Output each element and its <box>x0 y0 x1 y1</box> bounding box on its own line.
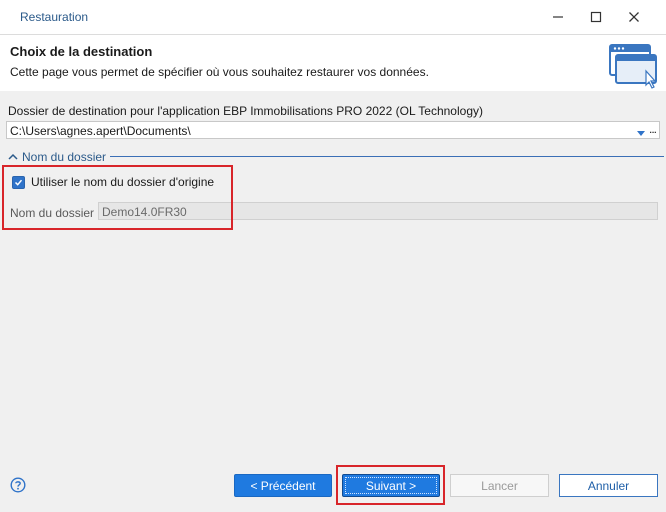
page-title: Choix de la destination <box>10 44 153 59</box>
next-button[interactable]: Suivant > <box>342 474 440 497</box>
folder-name-value: Demo14.0FR30 <box>102 205 187 219</box>
dropdown-arrow-icon[interactable] <box>637 126 645 140</box>
use-origin-checkbox[interactable] <box>12 175 25 189</box>
folder-group-title: Nom du dossier <box>22 150 107 164</box>
minimize-icon <box>553 16 563 18</box>
title-bar: Restauration <box>0 0 666 35</box>
previous-button[interactable]: < Précédent <box>234 474 332 497</box>
destination-path-input[interactable]: C:\Users\agnes.apert\Documents\ ... <box>6 121 660 139</box>
destination-label: Dossier de destination pour l'applicatio… <box>8 104 483 118</box>
folder-group-header[interactable]: Nom du dossier <box>6 150 111 164</box>
maximize-icon <box>590 11 602 23</box>
chevron-up-icon <box>8 153 18 160</box>
page-header: Choix de la destination Cette page vous … <box>0 35 666 91</box>
use-origin-checkbox-row[interactable]: Utiliser le nom du dossier d'origine <box>12 175 214 189</box>
browse-button[interactable]: ... <box>649 122 657 136</box>
maximize-button[interactable] <box>582 6 610 28</box>
folder-name-label: Nom du dossier <box>10 206 95 220</box>
cancel-button[interactable]: Annuler <box>559 474 658 497</box>
use-origin-label: Utiliser le nom du dossier d'origine <box>31 175 215 189</box>
page-subtitle: Cette page vous permet de spécifier où v… <box>10 65 429 79</box>
window-icon <box>606 41 660 92</box>
minimize-button[interactable] <box>544 6 572 28</box>
checkmark-icon <box>14 179 23 186</box>
close-button[interactable] <box>620 6 648 28</box>
close-icon <box>629 12 639 22</box>
help-icon[interactable] <box>10 477 26 496</box>
window-title: Restauration <box>20 10 89 24</box>
folder-name-input: Demo14.0FR30 <box>98 202 658 220</box>
destination-path-value: C:\Users\agnes.apert\Documents\ <box>10 124 191 138</box>
launch-button[interactable]: Lancer <box>450 474 549 497</box>
